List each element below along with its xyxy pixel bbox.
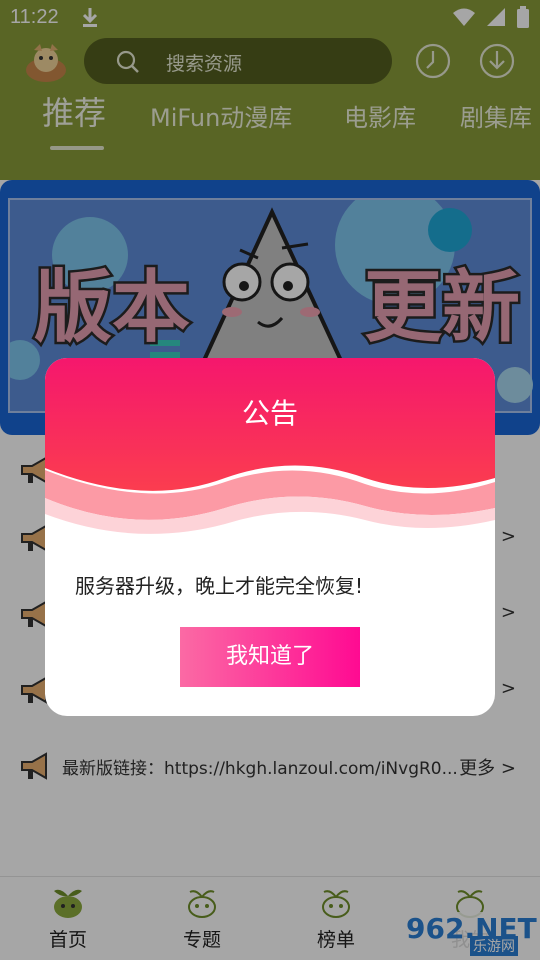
announcement-dialog: 公告 服务器升级，晚上才能完全恢复! 我知道了 [45,358,495,716]
dialog-message: 服务器升级，晚上才能完全恢复! [75,574,364,598]
dialog-header: 公告 [45,358,495,538]
acknowledge-button[interactable]: 我知道了 [180,627,360,687]
dialog-title: 公告 [241,397,298,430]
